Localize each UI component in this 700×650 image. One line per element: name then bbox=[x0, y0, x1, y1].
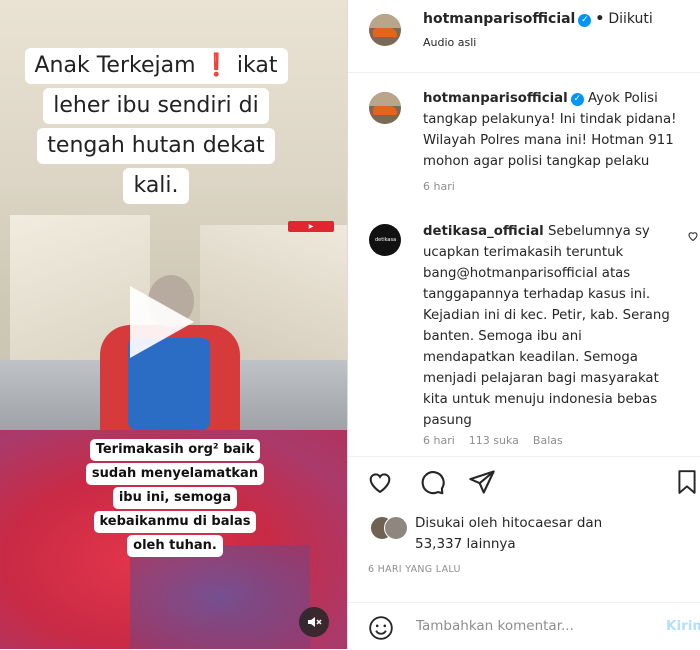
header-divider bbox=[348, 72, 700, 73]
comment-meta: 6 hari 113 suka Balas bbox=[423, 434, 577, 447]
comment-line-3: bang@hotmanparisofficial atas bbox=[423, 266, 631, 281]
verified-badge-icon: ✓ bbox=[570, 93, 584, 106]
speaker-muted-icon[interactable] bbox=[299, 607, 329, 637]
caption-top-line-3: leher ibu sendiri di bbox=[43, 88, 269, 124]
comment-line-9: kita untuk menuju indonesia bebas bbox=[423, 392, 658, 407]
comment-line-8: menjadi pelajaran bagi masyarakat bbox=[423, 371, 659, 386]
comment-icon[interactable] bbox=[418, 468, 446, 500]
caption-top-line-1: Anak Terkejam bbox=[34, 53, 196, 78]
likes-summary: Disukai oleh hitocaesar dan 53,337 lainn… bbox=[415, 513, 602, 555]
comment-line-4: tanggapannya terhadap kasus ini. bbox=[423, 287, 651, 302]
comment-line-10: pasung bbox=[423, 413, 472, 428]
bookmark-icon[interactable] bbox=[674, 468, 700, 500]
audio-label[interactable]: Audio asli bbox=[423, 36, 476, 49]
post-comment-button[interactable]: Kirim bbox=[666, 618, 700, 634]
caption-comment-text: hotmanparisofficial ✓ Ayok Polisi tangkap… bbox=[423, 88, 693, 172]
comment-avatar-logo: detikasa bbox=[375, 237, 397, 243]
heart-icon[interactable] bbox=[366, 468, 394, 500]
header-avatar[interactable] bbox=[369, 14, 401, 46]
comment-line-7: mendapatkan keadilan. Semoga bbox=[423, 350, 638, 365]
caption-line-4: mohon agar polisi tangkap pelaku bbox=[423, 154, 650, 169]
instagram-post-view: ▶ Anak Terkejam ❗ ikat leher ibu sendiri… bbox=[0, 0, 700, 649]
caption-bottom-line-1: Terimakasih org² baik bbox=[89, 439, 261, 461]
caption-bottom-line-5: oleh tuhan. bbox=[127, 535, 223, 557]
likes-suffix[interactable]: lainnya bbox=[467, 536, 516, 552]
caption-username[interactable]: hotmanparisofficial bbox=[423, 91, 568, 106]
comment-avatar[interactable]: detikasa bbox=[369, 224, 401, 256]
separator-dot: • bbox=[595, 11, 605, 27]
liker-avatar-2 bbox=[384, 516, 408, 540]
actions-divider bbox=[348, 456, 700, 457]
comment-line-2: ucapkan terimakasih teruntuk bbox=[423, 245, 624, 260]
video-blur-patch bbox=[130, 545, 310, 649]
comment-likes[interactable]: 113 suka bbox=[469, 434, 519, 447]
play-icon[interactable] bbox=[130, 286, 194, 358]
comment-input[interactable]: Tambahkan komentar... bbox=[416, 618, 574, 634]
caption-line-1: Ayok Polisi bbox=[587, 91, 658, 106]
verified-badge-icon: ✓ bbox=[578, 14, 592, 27]
video-caption-top: Anak Terkejam ❗ ikat leher ibu sendiri d… bbox=[20, 46, 292, 206]
caption-bottom-line-3: ibu ini, semoga bbox=[112, 487, 238, 509]
comment-username[interactable]: detikasa_official bbox=[423, 224, 544, 239]
caption-top-line-2: ikat bbox=[236, 53, 278, 78]
caption-avatar[interactable] bbox=[369, 92, 401, 124]
likes-prefix: Disukai oleh bbox=[415, 515, 498, 531]
exclamation-icon: ❗ bbox=[202, 53, 230, 78]
add-comment-row: Tambahkan komentar... Kirim bbox=[348, 602, 700, 650]
caption-line-3: Wilayah Polres mana ini! Hotman 911 bbox=[423, 133, 674, 148]
caption-bottom-line-2: sudah menyelamatkan bbox=[85, 463, 265, 485]
likes-user[interactable]: hitocaesar bbox=[502, 515, 573, 531]
comment-like-heart-icon[interactable] bbox=[687, 230, 699, 245]
likes-count[interactable]: 53,337 bbox=[415, 536, 462, 552]
comment-reply-button[interactable]: Balas bbox=[533, 434, 563, 447]
likes-mid: dan bbox=[576, 515, 603, 531]
following-button[interactable]: Diikuti bbox=[608, 11, 653, 27]
video-caption-bottom: Terimakasih org² baik sudah menyelamatka… bbox=[60, 438, 290, 558]
subscribe-badge: ▶ bbox=[288, 221, 334, 232]
comment-line-1: Sebelumnya sy bbox=[547, 224, 650, 239]
caption-top-line-5: kali. bbox=[123, 168, 189, 204]
post-video[interactable]: ▶ Anak Terkejam ❗ ikat leher ibu sendiri… bbox=[0, 0, 347, 649]
caption-line-2: tangkap pelakunya! Ini tindak pidana! bbox=[423, 112, 677, 127]
caption-time[interactable]: 6 hari bbox=[423, 180, 455, 193]
liked-by-avatars[interactable] bbox=[370, 516, 416, 540]
comment-text: detikasa_official Sebelumnya sy ucapkan … bbox=[423, 221, 688, 431]
post-time-ago[interactable]: 6 HARI YANG LALU bbox=[368, 564, 461, 575]
emoji-icon[interactable] bbox=[368, 615, 394, 645]
comment-line-6: banten. Semoga ibu ani bbox=[423, 329, 582, 344]
post-side-panel: hotmanparisofficial ✓ • Diikuti Audio asli … bbox=[347, 0, 700, 649]
caption-top-line-4: tengah hutan dekat bbox=[37, 128, 275, 164]
action-bar bbox=[348, 468, 700, 502]
caption-meta: 6 hari bbox=[423, 180, 469, 193]
header-title-row: hotmanparisofficial ✓ • Diikuti bbox=[423, 11, 653, 27]
comment-time[interactable]: 6 hari bbox=[423, 434, 455, 447]
share-icon[interactable] bbox=[468, 468, 496, 500]
caption-bottom-line-4: kebaikanmu di balas bbox=[93, 511, 257, 533]
header-username[interactable]: hotmanparisofficial bbox=[423, 11, 575, 27]
comment-line-5: Kejadian ini di kec. Petir, kab. Serang bbox=[423, 308, 670, 323]
